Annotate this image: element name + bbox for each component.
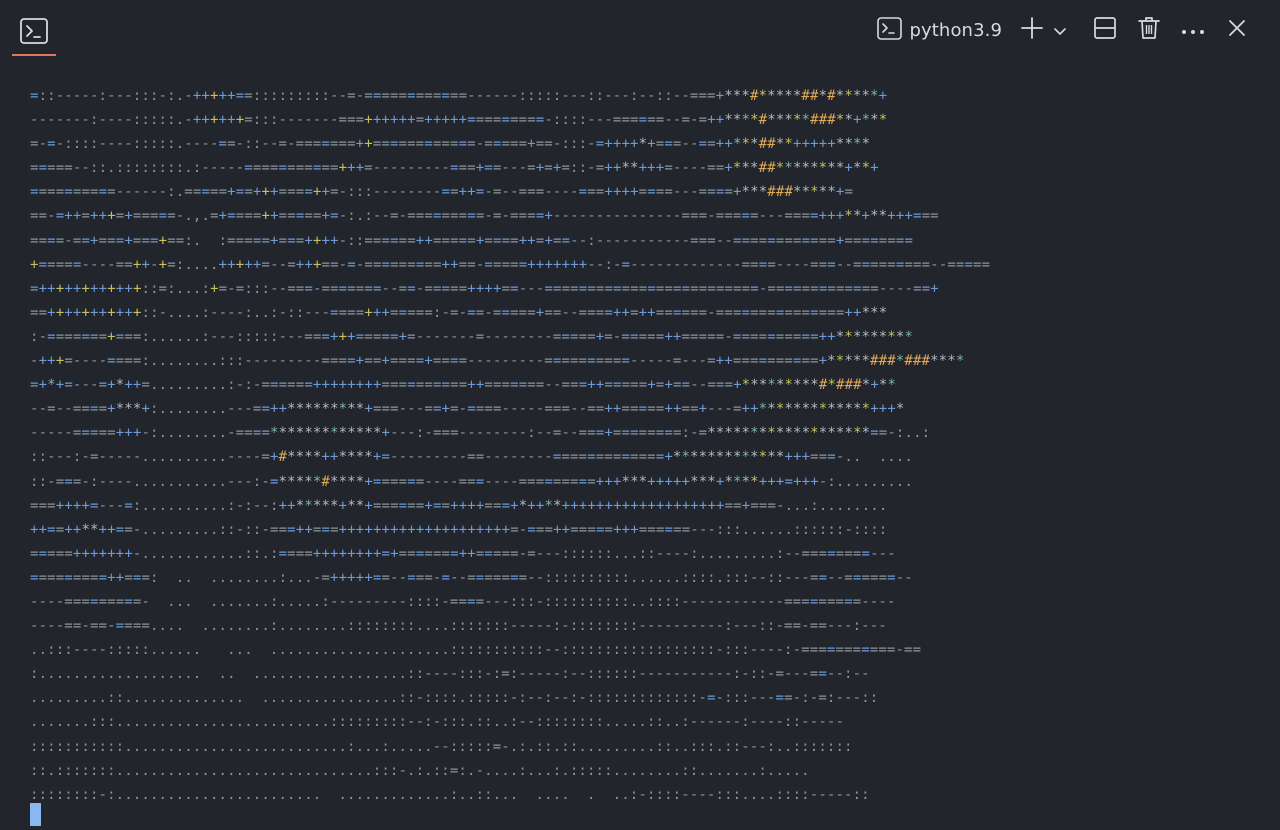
terminal-line: ::-===-:----...........---:-=*****#****+… bbox=[30, 473, 914, 490]
terminal-line: :::::::::::..........................:..… bbox=[30, 738, 853, 755]
terminal-line: .......:::.........................:::::… bbox=[30, 714, 845, 731]
terminal-line: =========++===: .. ........:...-=+++++==… bbox=[30, 569, 913, 586]
terminal-line: =-=-::::----:::::.----==-::--=-=======++… bbox=[30, 136, 871, 153]
terminal-line: ::---:-=-----..........----=+#****++****… bbox=[30, 449, 913, 466]
terminal-icon bbox=[876, 16, 902, 44]
ellipsis-icon bbox=[1181, 21, 1205, 40]
terminal-line: .........::.............. ..............… bbox=[30, 690, 879, 707]
terminal-actions: python3.9 bbox=[876, 12, 1255, 48]
terminal-line: =+*+=---=+*++=.........:-:-======+++++++… bbox=[30, 377, 897, 394]
split-terminal-button[interactable] bbox=[1088, 14, 1122, 46]
terminal-line: ++==++**++==-.........::-::-===++===++++… bbox=[30, 521, 888, 538]
terminal-line: ::.:::::::..............................… bbox=[30, 762, 810, 779]
close-panel-button[interactable] bbox=[1220, 14, 1254, 46]
terminal-header: python3.9 bbox=[0, 0, 1280, 60]
close-icon bbox=[1228, 19, 1246, 41]
new-terminal-button[interactable] bbox=[1020, 14, 1044, 46]
chevron-down-icon bbox=[1053, 21, 1067, 40]
terminal-dropdown-button[interactable] bbox=[1052, 14, 1068, 46]
terminal-line: =====+++++++-............::.:====+++++++… bbox=[30, 545, 896, 562]
terminal-line: ==========------:.=====+==+++====++=-:::… bbox=[30, 184, 854, 201]
terminal-line: --=--====+***+:........---==++*********+… bbox=[30, 401, 905, 418]
split-icon bbox=[1093, 16, 1117, 44]
terminal-line: ----==-==-====.... ........:........::::… bbox=[30, 618, 887, 635]
kill-terminal-button[interactable] bbox=[1132, 14, 1166, 46]
terminal-line: ==-=++=+++=+=====-.,.=+====++=====+=-:.:… bbox=[30, 208, 939, 225]
terminal-profile[interactable]: python3.9 bbox=[876, 14, 1003, 46]
terminal-line: -------:----:::::.-++++++=:::-------===+… bbox=[30, 112, 888, 129]
terminal-line: ..:::----:::::...... ... ...............… bbox=[30, 642, 922, 659]
terminal-line: ====-==+===+===+==:. :=====+===++++-::==… bbox=[30, 232, 914, 249]
terminal-line: +=====----==++-+=:....+++++=--=+++==-=-=… bbox=[30, 256, 991, 273]
terminal-line: -+++=----====:........:::---------====+=… bbox=[30, 353, 965, 370]
terminal-line: ----=========- ... .......:.....:-------… bbox=[30, 593, 896, 610]
more-actions-button[interactable] bbox=[1176, 14, 1210, 46]
terminal-line: =++++++++++++::=:...:+=-=:::--===-======… bbox=[30, 280, 939, 297]
terminal-cursor bbox=[30, 803, 41, 826]
terminal-tab[interactable] bbox=[12, 12, 56, 56]
terminal-line: ==+++++++++++::-....:----:..:-::---====+… bbox=[30, 304, 888, 321]
terminal-output[interactable]: =::-----:---:::-:.-+++++==:::::::::--=-=… bbox=[30, 84, 1240, 824]
plus-icon bbox=[1020, 16, 1044, 44]
terminal-line: :-=======+===:......:---:::::---===+++==… bbox=[30, 328, 914, 345]
trash-icon bbox=[1138, 16, 1160, 44]
terminal-line: =::-----:---:::-:.-+++++==:::::::::--=-=… bbox=[30, 88, 888, 104]
terminal-line: ===++++=---=:..........:-:--:++*****+**+… bbox=[30, 497, 888, 514]
terminal-line: -----=====+++-:........-====************… bbox=[30, 425, 931, 442]
profile-label: python3.9 bbox=[909, 19, 1002, 41]
terminal-line: ::::::::-:........................ .....… bbox=[30, 786, 870, 803]
terminal-line: :................... .. ................… bbox=[30, 666, 870, 683]
terminal-icon bbox=[20, 18, 48, 48]
terminal-line: =====--::.::::::::.:-----===========+++=… bbox=[30, 160, 879, 177]
